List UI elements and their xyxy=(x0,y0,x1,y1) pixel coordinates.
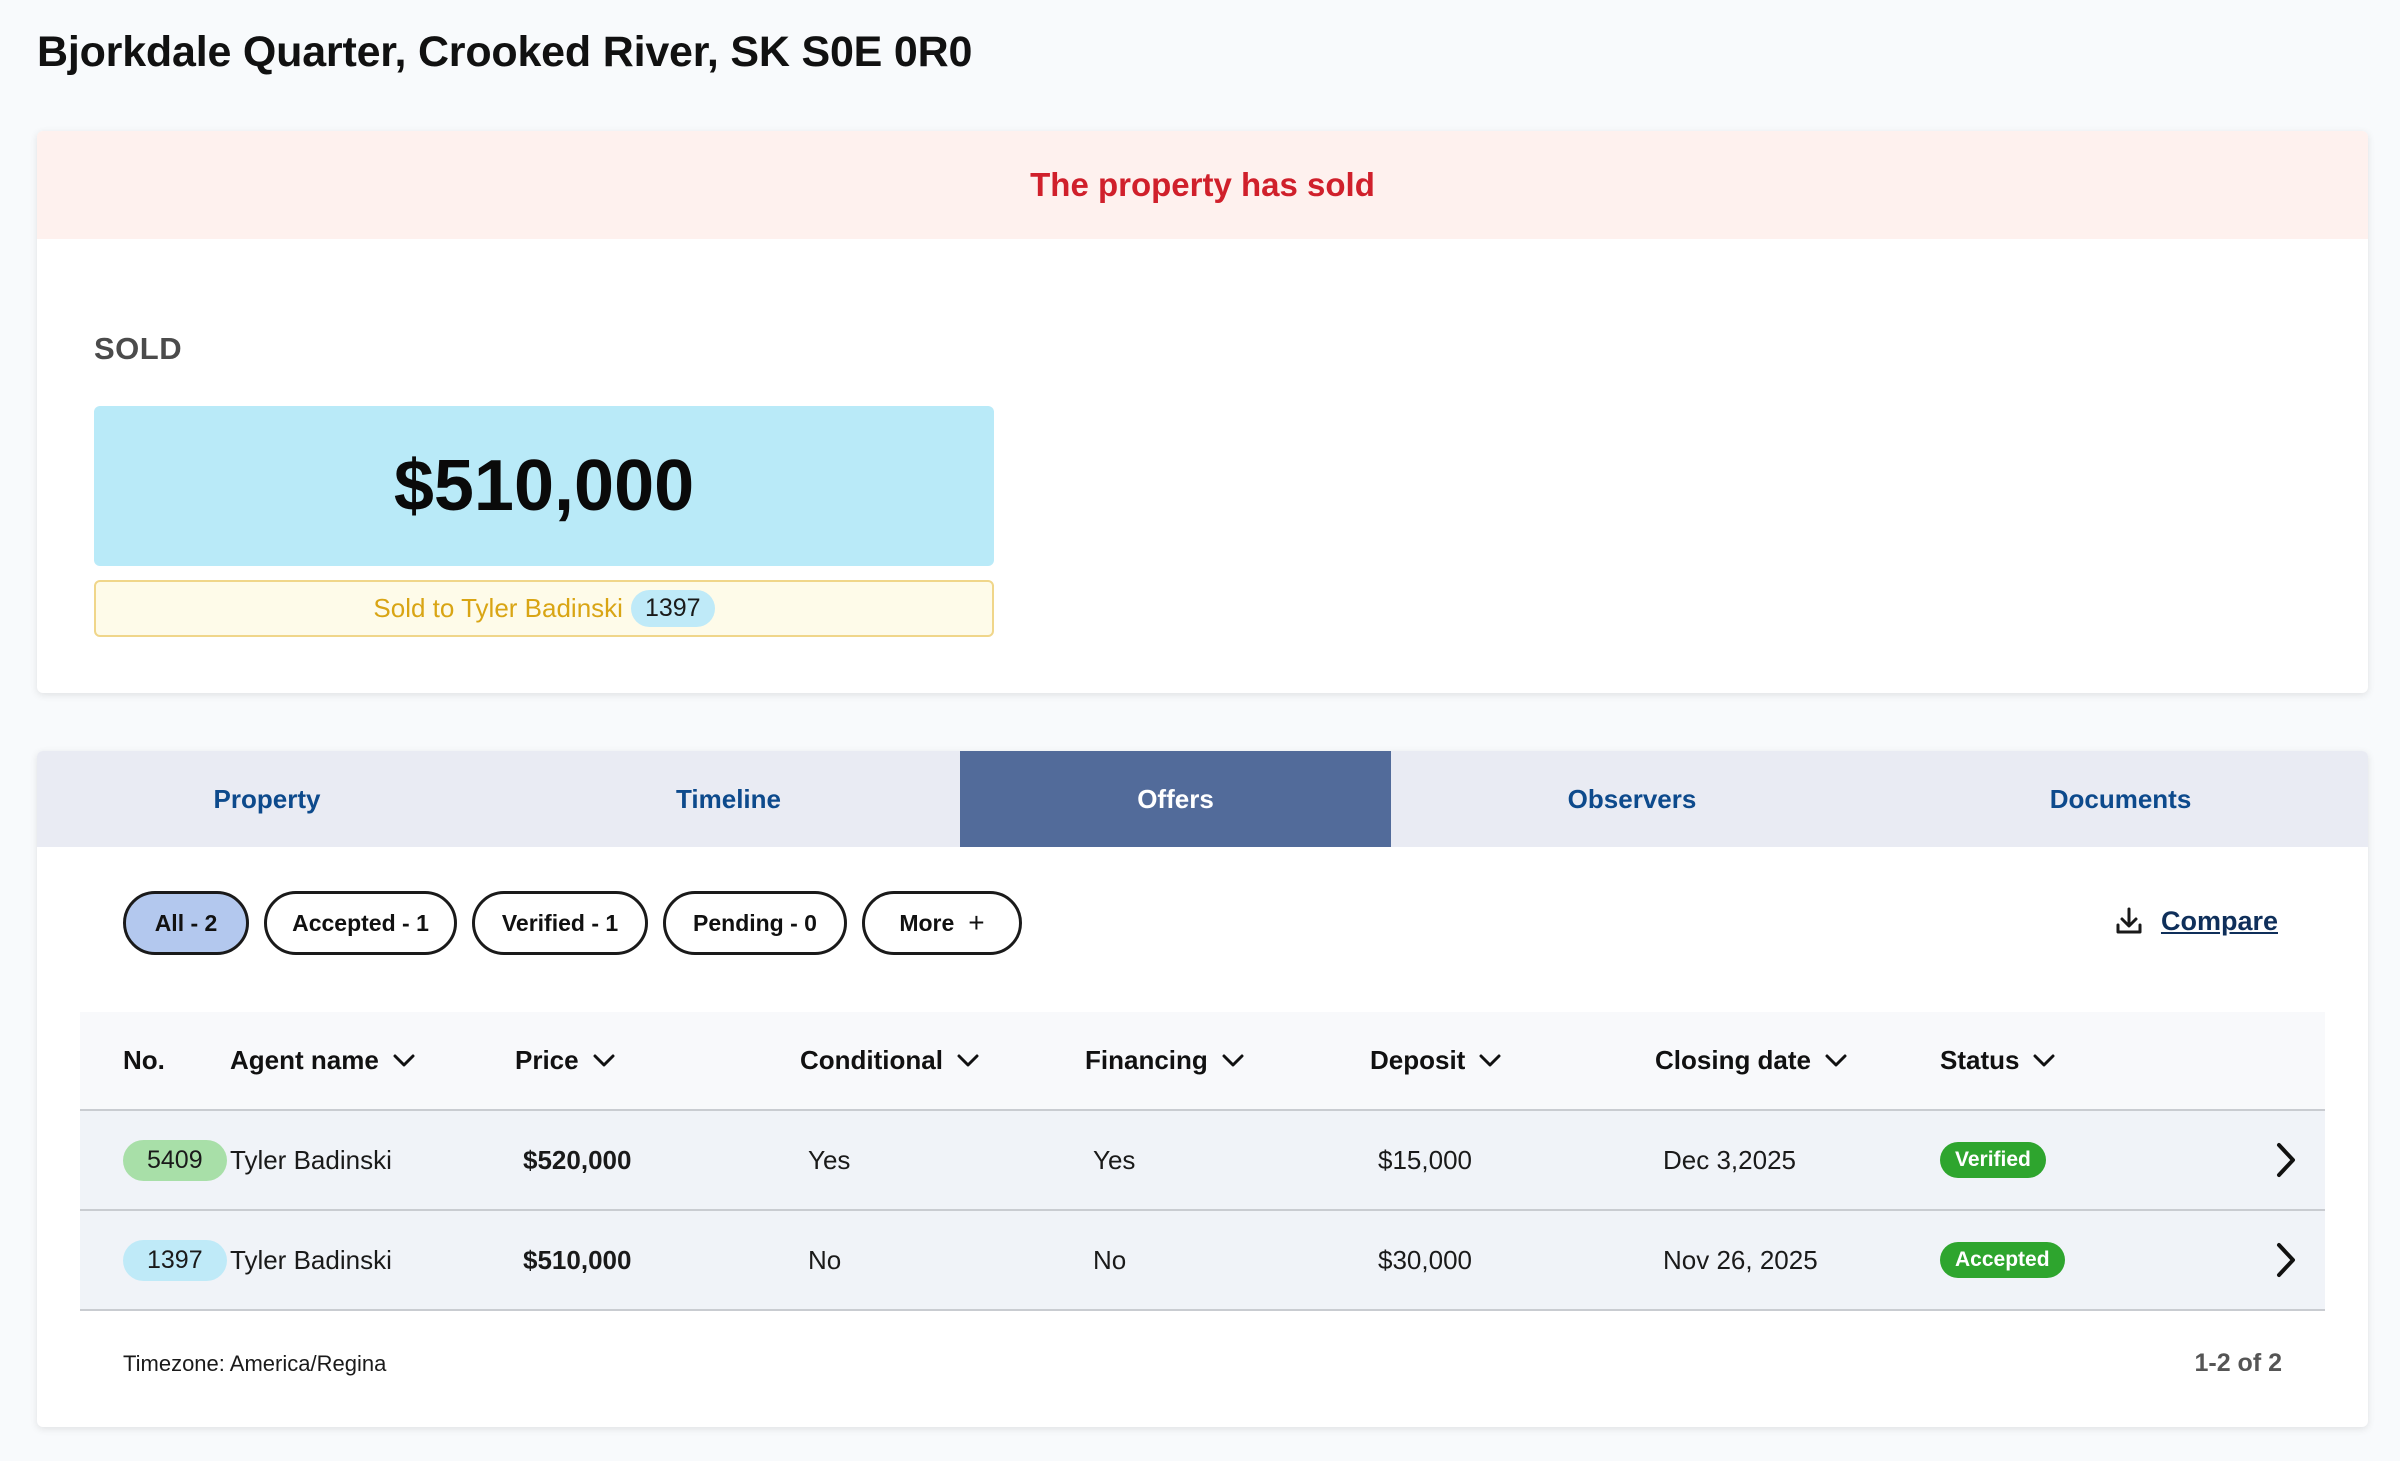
column-header-price[interactable]: Price xyxy=(515,1045,800,1076)
chevron-down-icon xyxy=(1479,1054,1501,1068)
chevron-down-icon xyxy=(1222,1054,1244,1068)
chevron-down-icon xyxy=(957,1054,979,1068)
chevron-down-icon xyxy=(2033,1054,2055,1068)
deposit-cell: $15,000 xyxy=(1378,1144,1472,1175)
tab-timeline[interactable]: Timeline xyxy=(497,751,960,847)
tab-observers[interactable]: Observers xyxy=(1391,751,1873,847)
timezone-label: Timezone: America/Regina xyxy=(123,1351,387,1376)
financing-cell: Yes xyxy=(1093,1144,1136,1175)
column-header-no: No. xyxy=(123,1045,165,1075)
column-header-status[interactable]: Status xyxy=(1940,1045,2220,1076)
agent-name-cell: Tyler Badinski xyxy=(230,1244,392,1275)
chevron-down-icon xyxy=(393,1054,415,1068)
conditional-cell: Yes xyxy=(808,1144,851,1175)
status-badge: Accepted xyxy=(1940,1242,2065,1278)
tab-property[interactable]: Property xyxy=(37,751,497,847)
table-header: No. Agent name Price Conditional Financi… xyxy=(80,1012,2325,1111)
column-header-financing[interactable]: Financing xyxy=(1085,1045,1370,1076)
chevron-right-icon[interactable] xyxy=(2275,1242,2297,1278)
sale-price: $510,000 xyxy=(94,406,994,566)
tab-documents[interactable]: Documents xyxy=(1873,751,2368,847)
sold-banner: The property has sold xyxy=(37,131,2368,239)
download-icon xyxy=(2113,905,2145,937)
tab-offers[interactable]: Offers xyxy=(960,751,1391,847)
page-title: Bjorkdale Quarter, Crooked River, SK S0E… xyxy=(37,28,973,76)
offers-table: No. Agent name Price Conditional Financi… xyxy=(80,1012,2325,1311)
offers-card: Property Timeline Offers Observers Docum… xyxy=(37,751,2368,1427)
column-header-conditional[interactable]: Conditional xyxy=(800,1045,1085,1076)
deposit-cell: $30,000 xyxy=(1378,1244,1472,1275)
offer-number-badge: 5409 xyxy=(123,1139,227,1181)
table-row[interactable]: 5409 Tyler Badinski $520,000 Yes Yes $15… xyxy=(80,1111,2325,1211)
filter-pending[interactable]: Pending - 0 xyxy=(663,891,847,955)
offer-filters: All - 2 Accepted - 1 Verified - 1 Pendin… xyxy=(123,891,1022,955)
sale-status-label: SOLD xyxy=(94,331,183,366)
filter-more-button[interactable]: More + xyxy=(862,891,1022,955)
table-row[interactable]: 1397 Tyler Badinski $510,000 No No $30,0… xyxy=(80,1211,2325,1311)
more-label: More xyxy=(899,909,955,936)
chevron-right-icon[interactable] xyxy=(2275,1142,2297,1178)
filter-verified[interactable]: Verified - 1 xyxy=(472,891,648,955)
pagination-range: 1-2 of 2 xyxy=(2194,1349,2282,1377)
column-header-agent[interactable]: Agent name xyxy=(230,1045,515,1076)
plus-icon: + xyxy=(968,907,985,938)
price-cell: $510,000 xyxy=(523,1244,632,1275)
filter-all[interactable]: All - 2 xyxy=(123,891,249,955)
closing-date-cell: Dec 3,2025 xyxy=(1663,1144,1796,1175)
sold-to-text: Sold to Tyler Badinski xyxy=(373,593,623,623)
sale-summary-card: The property has sold SOLD $510,000 Sold… xyxy=(37,131,2368,693)
status-badge: Verified xyxy=(1940,1142,2046,1178)
column-header-closing-date[interactable]: Closing date xyxy=(1655,1045,1940,1076)
price-cell: $520,000 xyxy=(523,1144,632,1175)
buyer-id-badge: 1397 xyxy=(630,590,715,627)
compare-button[interactable]: Compare xyxy=(2113,905,2278,937)
sold-to-box: Sold to Tyler Badinski 1397 xyxy=(94,580,994,637)
compare-label: Compare xyxy=(2160,905,2278,936)
agent-name-cell: Tyler Badinski xyxy=(230,1144,392,1175)
column-header-deposit[interactable]: Deposit xyxy=(1370,1045,1655,1076)
closing-date-cell: Nov 26, 2025 xyxy=(1663,1244,1818,1275)
tab-bar: Property Timeline Offers Observers Docum… xyxy=(37,751,2368,847)
offer-number-badge: 1397 xyxy=(123,1239,227,1281)
filter-accepted[interactable]: Accepted - 1 xyxy=(264,891,457,955)
financing-cell: No xyxy=(1093,1244,1127,1275)
chevron-down-icon xyxy=(593,1054,615,1068)
conditional-cell: No xyxy=(808,1244,842,1275)
chevron-down-icon xyxy=(1825,1054,1847,1068)
